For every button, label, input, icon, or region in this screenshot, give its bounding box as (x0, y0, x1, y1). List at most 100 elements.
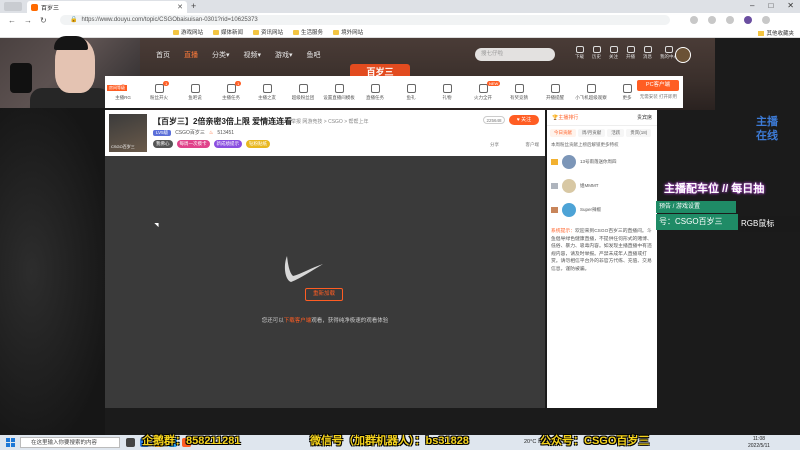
extensions-icon[interactable] (726, 16, 734, 24)
broadcast-button[interactable]: 开播 (626, 46, 635, 60)
function-item[interactable]: 主播之友 (249, 83, 285, 101)
function-item[interactable]: 直播任务 (357, 83, 393, 101)
function-item[interactable]: 礼物 (429, 83, 465, 101)
count-badge: 1 (163, 80, 170, 86)
room-tag[interactable]: 新成绩提示 (213, 140, 242, 148)
silver-crown-icon (551, 183, 558, 189)
gift-box-icon (406, 83, 416, 93)
follow-count: 225648 (483, 116, 505, 124)
room-tag[interactable]: 我佛心 (153, 140, 173, 148)
minimize-icon[interactable]: – (750, 1, 754, 10)
refresh-icon[interactable]: ↻ (40, 16, 47, 25)
client-link[interactable]: 客户端 (526, 142, 540, 148)
search-input[interactable]: 搜七仔啦 (475, 48, 555, 61)
rank-badge: 房间等级 (107, 85, 127, 91)
user-avatar[interactable] (675, 47, 691, 63)
function-item[interactable]: 超级粉丝团 (285, 83, 321, 101)
bookmark-folder[interactable]: 媒体新闻 (213, 28, 243, 36)
url-input[interactable]: 🔒 https://www.douyu.com/topic/CSGObaisuis… (60, 15, 670, 25)
function-item[interactable]: 鱼吧说 (177, 83, 213, 101)
overlay-qq-group: 企鹅群：858211281 (142, 435, 241, 447)
nav-game[interactable]: 游戏▾ (275, 50, 293, 60)
follow-button-top[interactable]: 关注 (609, 46, 618, 60)
download-button[interactable]: 下载 (575, 46, 584, 60)
bookmark-folder[interactable]: 游戏网站 (173, 28, 203, 36)
task-view-icon[interactable] (126, 438, 135, 447)
left-background (0, 108, 105, 435)
download-client-link[interactable]: 下载客户端 (284, 318, 312, 324)
douyu-favicon-icon (31, 3, 38, 11)
room-tag[interactable]: 钻粉贴纸 (246, 140, 270, 148)
anchor-name[interactable]: CSGO百岁三 (175, 129, 205, 136)
bookmark-folder[interactable]: 生活服务 (293, 28, 323, 36)
subtab-active[interactable]: 活跃 (607, 129, 625, 137)
reload-button[interactable]: 重新加载 (305, 288, 343, 301)
nav-live[interactable]: 直播 (184, 50, 198, 60)
bookmark-folder[interactable]: 境外网站 (333, 28, 363, 36)
function-item[interactable]: 设置直播间模板 (321, 83, 357, 101)
pc-client-button[interactable]: PC客户端 (637, 80, 679, 91)
share-link[interactable]: 分享 (490, 142, 499, 148)
close-window-icon[interactable]: ✕ (787, 1, 794, 10)
nav-category[interactable]: 分类▾ (212, 50, 230, 60)
alarm-icon (550, 83, 560, 93)
rank-row[interactable]: 13号雨落送你周四 (547, 150, 657, 174)
function-item[interactable]: 鱼礼 (393, 83, 429, 101)
function-item[interactable]: 小飞机超级观察 (573, 83, 609, 101)
subtab-today[interactable]: 今日贡献 (550, 129, 576, 137)
tab-anchor-rank[interactable]: 🏆主播排行 (552, 114, 578, 121)
rank-row[interactable]: Super辣椒 (547, 198, 657, 222)
top-nav: 首页 直播 分类▾ 视频▾ 游戏▾ 鱼吧 搜七仔啦 下载 历史 关注 开播 消息… (140, 46, 700, 64)
function-item[interactable]: 火力全开 NEW (465, 80, 501, 101)
browser-tab[interactable]: 百岁三 ✕ (27, 1, 187, 13)
fan-club-icon (298, 83, 308, 93)
close-tab-icon[interactable]: ✕ (177, 3, 183, 11)
stream-overlay-logo: 主播 在线 (756, 116, 778, 142)
subtab-vip[interactable]: 贵宾(18) (626, 129, 652, 137)
forward-icon[interactable]: → (24, 16, 32, 25)
function-item[interactable]: 有奖竞猜 (501, 83, 537, 101)
back-icon[interactable]: ← (8, 16, 16, 25)
subtab-weekly[interactable]: 周/月贡献 (578, 129, 606, 137)
messages-button[interactable]: 消息 (643, 46, 652, 60)
profile-avatar[interactable] (744, 16, 752, 24)
quiz-icon (514, 83, 524, 93)
room-thumbnail[interactable]: CSGO百岁三 (109, 114, 147, 152)
fish-icon (190, 83, 200, 93)
history-button[interactable]: 历史 (592, 46, 601, 60)
avatar (562, 203, 576, 217)
bookmark-folder[interactable]: 资讯网站 (253, 28, 283, 36)
anchor-level-badge: LV5级 (153, 129, 172, 136)
overlay-wechat: 微信号（加群机器人）：bs31828 (310, 435, 469, 447)
follow-button[interactable]: ♥ 关注 (509, 115, 539, 125)
nav-video[interactable]: 视频▾ (244, 50, 262, 60)
rank-row[interactable]: 姐MMMT (547, 174, 657, 198)
favorites-icon[interactable] (690, 16, 698, 24)
maximize-icon[interactable]: □ (768, 1, 773, 10)
webcam-person-cap (54, 36, 88, 50)
function-item[interactable]: 开播提醒 (537, 83, 573, 101)
function-item[interactable]: 主播任务 1 (213, 80, 249, 101)
tab-vip-seat[interactable]: 贵宾席 (637, 114, 652, 121)
collections-icon[interactable] (708, 16, 716, 24)
function-item[interactable]: 粉丝开火 1 (141, 80, 177, 101)
nav-yuba[interactable]: 鱼吧 (307, 50, 321, 60)
lock-icon (334, 83, 344, 93)
bronze-crown-icon (551, 207, 558, 213)
avatar (562, 155, 576, 169)
room-rank[interactable]: 房间等级 8 主播RG (105, 83, 141, 101)
clock[interactable]: 11:08 2022/5/11 (748, 436, 770, 449)
video-player[interactable]: 重新加载 您还可以下载客户端观看，获得纯净极速的观看体验 (105, 156, 545, 408)
other-bookmarks[interactable]: 其他收藏夹 (758, 29, 794, 37)
more-icon[interactable] (762, 16, 770, 24)
windows-start-icon[interactable] (6, 438, 15, 447)
tab-actions-button[interactable] (4, 2, 22, 11)
overlay-notice: 预告 / 游戏设置 (656, 201, 736, 213)
room-category[interactable]: 举报 网游竞技 > CSGO > 帮帮上年 (291, 118, 369, 125)
nav-home[interactable]: 首页 (156, 50, 170, 60)
new-tab-icon[interactable]: + (191, 1, 196, 11)
taskbar-search-input[interactable]: 在这里输入你要搜索的内容 (20, 437, 120, 448)
room-title: 【百岁三】2倍亲密3倍上限 爱情连连看 (153, 117, 293, 126)
room-tag[interactable]: 每周一次摸卡 (176, 140, 210, 148)
camera-icon (626, 46, 635, 53)
